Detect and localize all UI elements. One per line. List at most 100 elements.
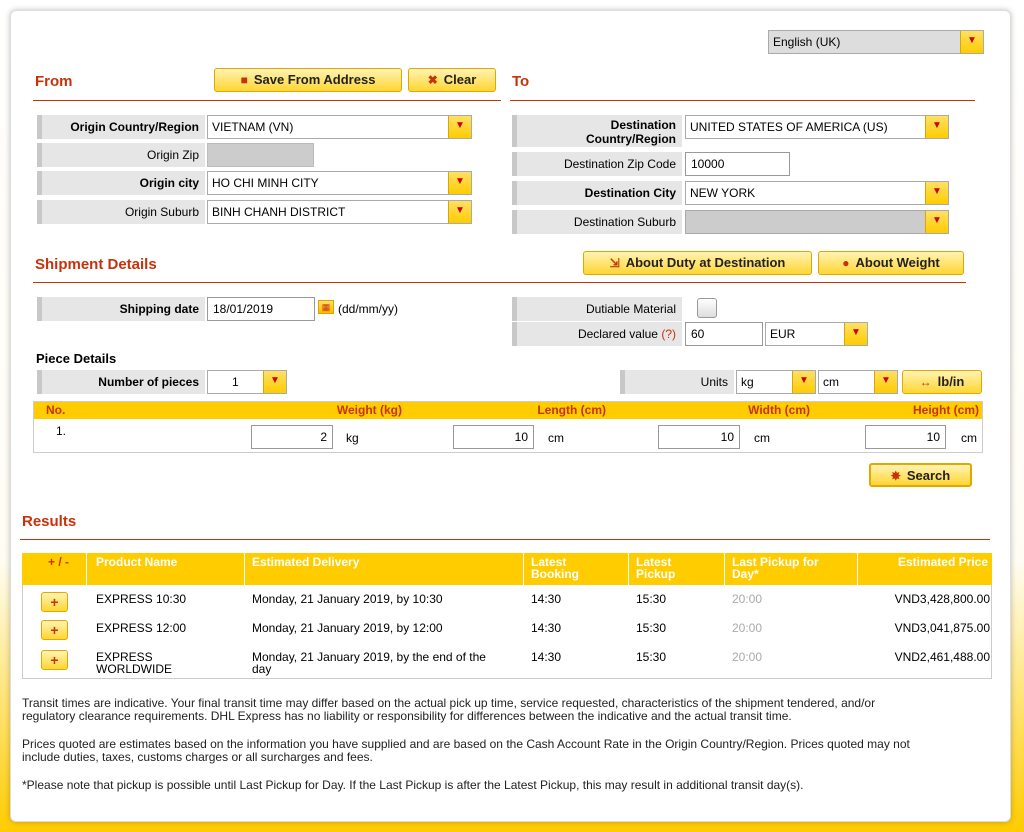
plus-icon: + — [50, 594, 59, 610]
origin-country-value: VIETNAM (VN) — [212, 120, 294, 134]
product-name: EXPRESS 12:00 — [96, 621, 187, 635]
dutiable-material-label: Dutiable Material — [512, 297, 682, 321]
chevron-down-icon: ▼ — [448, 116, 471, 138]
chevron-down-icon: ▼ — [960, 31, 983, 53]
origin-zip-input[interactable] — [207, 143, 314, 167]
piece-weight-input[interactable]: 2 — [251, 425, 333, 449]
latest-booking: 14:30 — [531, 650, 562, 664]
date-format-hint: (dd/mm/yy) — [338, 302, 398, 316]
calendar-icon[interactable]: ▦ — [318, 300, 334, 314]
destination-zip-input[interactable]: 10000 — [685, 152, 790, 176]
col-last-pickup: Last Pickup for Day* — [732, 555, 819, 581]
estimated-price: VND3,428,800.00 — [894, 592, 990, 606]
add-product-button[interactable]: + — [41, 592, 68, 612]
destination-city-select[interactable]: NEW YORK ▼ — [685, 181, 949, 205]
destination-city-label: Destination City — [512, 181, 682, 205]
origin-zip-label: Origin Zip — [37, 143, 205, 167]
chevron-down-icon: ▼ — [448, 201, 471, 223]
chevron-down-icon: ▼ — [263, 371, 286, 393]
units-label: Units — [620, 370, 734, 394]
gear-icon: ✸ — [890, 469, 901, 483]
col-product-name: Product Name — [96, 555, 178, 569]
width-unit-text: cm — [754, 431, 770, 445]
col-latest-booking: Latest Booking — [531, 555, 579, 581]
swap-arrows-icon: ↔ — [919, 375, 932, 389]
dutiable-material-checkbox[interactable] — [697, 298, 717, 318]
piece-table-header: No. Weight (kg) Length (cm) Width (cm) H… — [34, 402, 982, 419]
number-of-pieces-value: 1 — [232, 375, 239, 389]
col-separator — [628, 553, 629, 585]
chevron-down-icon: ▼ — [792, 371, 815, 393]
chevron-down-icon: ▼ — [874, 371, 897, 393]
product-name: EXPRESS WORLDWIDE — [96, 650, 172, 676]
origin-suburb-value: BINH CHANH DISTRICT — [212, 205, 346, 219]
piece-length-input[interactable]: 10 — [453, 425, 534, 449]
estimated-price: VND3,041,875.00 — [894, 621, 990, 635]
save-from-address-button[interactable]: ■ Save From Address — [214, 68, 402, 92]
add-product-button[interactable]: + — [41, 620, 68, 640]
to-title: To — [512, 73, 530, 90]
origin-suburb-label: Origin Suburb — [37, 200, 205, 224]
height-unit-text: cm — [961, 431, 977, 445]
plus-icon: + — [50, 652, 59, 668]
currency-select[interactable]: EUR ▼ — [765, 322, 868, 346]
chevron-down-icon: ▼ — [844, 323, 867, 345]
language-value: English (UK) — [773, 35, 841, 49]
results-divider — [20, 539, 990, 540]
col-length: Length (cm) — [537, 403, 606, 417]
piece-width-input[interactable]: 10 — [658, 425, 740, 449]
col-estimated-delivery: Estimated Delivery — [252, 555, 360, 569]
col-separator — [86, 553, 87, 585]
chevron-down-icon: ▼ — [448, 172, 471, 194]
about-weight-button[interactable]: ● About Weight — [818, 251, 964, 275]
origin-city-value: HO CHI MINH CITY — [212, 176, 319, 190]
toggle-units-button[interactable]: ↔ lb/in — [902, 370, 982, 394]
number-of-pieces-select[interactable]: 1 ▼ — [207, 370, 287, 394]
destination-country-select[interactable]: UNITED STATES OF AMERICA (US) ▼ — [685, 115, 949, 139]
latest-booking: 14:30 — [531, 592, 562, 606]
language-select[interactable]: English (UK) ▼ — [768, 30, 984, 54]
col-width: Width (cm) — [748, 403, 810, 417]
shipping-date-input[interactable]: 18/01/2019 — [207, 297, 315, 321]
weight-unit-text: kg — [346, 431, 359, 445]
save-icon: ■ — [240, 73, 248, 87]
length-unit-select[interactable]: cm ▼ — [818, 370, 898, 394]
declared-value-input[interactable]: 60 — [685, 322, 763, 346]
origin-city-select[interactable]: HO CHI MINH CITY ▼ — [207, 171, 472, 195]
estimated-delivery: Monday, 21 January 2019, by the end of t… — [252, 650, 486, 676]
destination-suburb-select[interactable]: ▼ — [685, 210, 949, 234]
weight-unit-value: kg — [741, 375, 754, 389]
from-divider — [33, 100, 501, 101]
product-name: EXPRESS 10:30 — [96, 592, 187, 606]
number-of-pieces-label: Number of pieces — [37, 370, 205, 394]
from-title: From — [35, 73, 73, 90]
latest-pickup: 15:30 — [636, 621, 667, 635]
clear-button[interactable]: ✖ Clear — [408, 68, 496, 92]
col-no: No. — [46, 403, 66, 417]
shipment-divider — [33, 282, 966, 283]
col-latest-pickup: Latest Pickup — [636, 555, 676, 581]
add-product-button[interactable]: + — [41, 650, 68, 670]
piece-height-input[interactable]: 10 — [865, 425, 946, 449]
col-separator — [244, 553, 245, 585]
declared-help-link[interactable]: (?) — [661, 327, 676, 341]
origin-country-select[interactable]: VIETNAM (VN) ▼ — [207, 115, 472, 139]
col-plus-minus: + / - — [48, 555, 70, 569]
prices-note: Prices quoted are estimates based on the… — [22, 737, 910, 764]
search-button[interactable]: ✸ Search — [869, 463, 972, 487]
col-separator — [857, 553, 858, 585]
col-estimated-price: Estimated Price — [897, 555, 988, 569]
col-height: Height (cm) — [913, 403, 979, 417]
close-icon: ✖ — [427, 73, 438, 87]
shipment-details-title: Shipment Details — [35, 256, 157, 273]
shipping-date-label: Shipping date — [37, 297, 205, 321]
length-unit-text: cm — [548, 431, 564, 445]
weight-unit-select[interactable]: kg ▼ — [736, 370, 816, 394]
origin-suburb-select[interactable]: BINH CHANH DISTRICT ▼ — [207, 200, 472, 224]
latest-pickup: 15:30 — [636, 592, 667, 606]
estimated-delivery: Monday, 21 January 2019, by 12:00 — [252, 621, 443, 635]
about-duty-button[interactable]: ⇲ About Duty at Destination — [583, 251, 812, 275]
plus-icon: + — [50, 622, 59, 638]
results-title: Results — [22, 513, 77, 530]
latest-pickup: 15:30 — [636, 650, 667, 664]
